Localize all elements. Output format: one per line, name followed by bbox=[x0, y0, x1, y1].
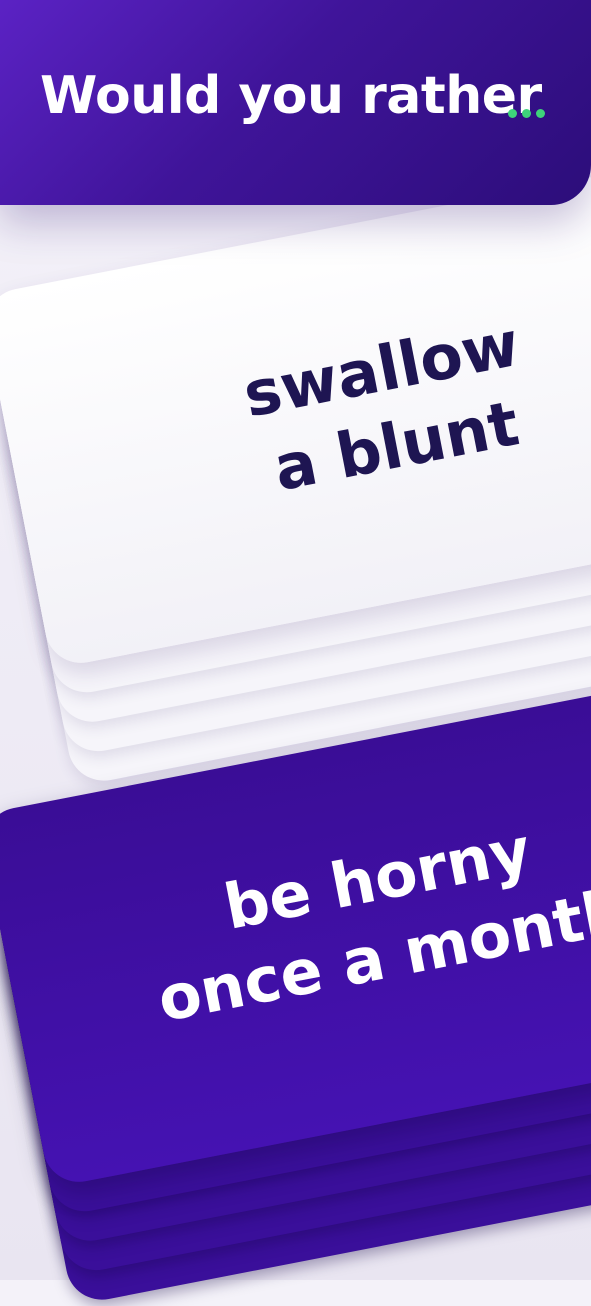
page-title: Would you rather bbox=[40, 66, 542, 126]
dot bbox=[536, 109, 545, 118]
dot bbox=[508, 109, 517, 118]
ellipsis-dots-icon bbox=[508, 109, 545, 118]
option-a-text: swallow a blunt bbox=[1, 259, 591, 557]
dot bbox=[522, 109, 531, 118]
option-b-text: be horny once a month bbox=[0, 768, 591, 1066]
header-banner: Would you rather bbox=[0, 0, 591, 205]
